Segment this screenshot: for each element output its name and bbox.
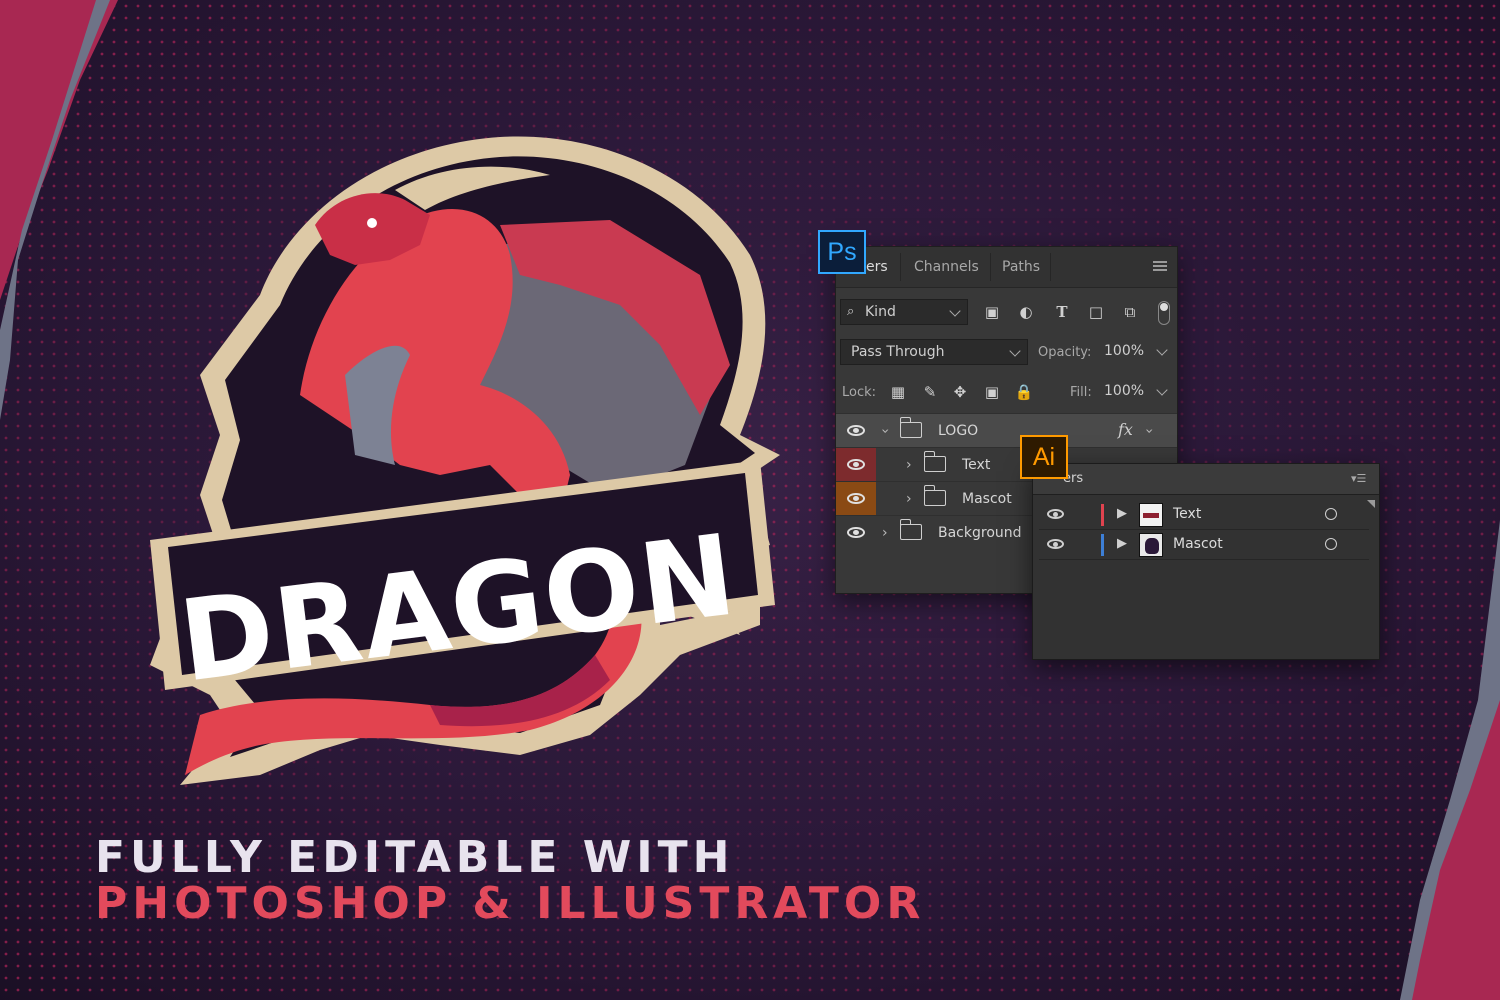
lock-brush-icon[interactable]: ✎ <box>920 382 940 402</box>
filter-toggle-icon[interactable] <box>1158 301 1170 325</box>
eye-icon <box>847 527 865 538</box>
ai-layer-row-text[interactable]: ▶ Text <box>1039 500 1369 530</box>
panel-menu-icon[interactable]: ▾☰ <box>1351 472 1369 485</box>
layer-thumbnail <box>1139 503 1163 527</box>
headline-line-1: FULLY EDITABLE WITH <box>95 832 735 883</box>
chevron-right-icon[interactable]: › <box>906 491 912 507</box>
expand-triangle-icon[interactable]: ▶ <box>1117 536 1127 551</box>
blend-mode-select[interactable]: Pass Through <box>840 339 1028 365</box>
folder-icon <box>900 417 922 438</box>
fill-value: 100% <box>1104 383 1145 399</box>
opacity-input[interactable]: 100% <box>1098 339 1174 365</box>
layer-name: LOGO <box>938 423 979 439</box>
lock-label: Lock: <box>842 385 877 400</box>
eye-icon[interactable] <box>1047 539 1064 549</box>
photoshop-app-icon: Ps <box>818 230 866 274</box>
eye-icon <box>847 493 865 504</box>
filter-kind-label: Kind <box>865 304 896 320</box>
illustrator-app-icon: Ai <box>1020 435 1068 479</box>
folder-icon <box>924 451 946 472</box>
eye-icon <box>847 459 865 470</box>
lock-row: Lock: ▦ ✎ ✥ ▣ 🔒 Fill: 100% <box>836 379 1177 409</box>
headline-line-2: PHOTOSHOP & ILLUSTRATOR <box>95 878 926 929</box>
fill-input[interactable]: 100% <box>1098 379 1174 405</box>
layer-name: Mascot <box>962 491 1012 507</box>
illustrator-layers-panel: ers ▾☰ ▶ Text ▶ Mascot <box>1032 463 1380 660</box>
layer-name: Mascot <box>1173 536 1223 552</box>
layer-color-swatch <box>1101 504 1104 526</box>
visibility-toggle[interactable] <box>836 414 876 447</box>
target-circle-icon[interactable] <box>1325 508 1337 520</box>
lock-artboard-icon[interactable]: ▣ <box>982 382 1002 402</box>
lock-transparent-icon[interactable]: ▦ <box>888 382 908 402</box>
blend-row: Pass Through Opacity: 100% <box>836 339 1177 369</box>
chevron-down-icon[interactable]: › <box>877 428 893 434</box>
filter-shape-icon[interactable]: □ <box>1086 302 1106 322</box>
visibility-toggle[interactable] <box>836 516 876 549</box>
filter-type-icon[interactable]: T <box>1052 302 1072 322</box>
target-circle-icon[interactable] <box>1325 538 1337 550</box>
filter-pixel-icon[interactable]: ▣ <box>982 302 1002 322</box>
panel-menu-icon[interactable] <box>1153 261 1167 271</box>
fill-label: Fill: <box>1070 385 1092 400</box>
ps-tab-bar: ers Channels Paths <box>836 247 1177 288</box>
expand-triangle-icon[interactable]: ▶ <box>1117 506 1127 521</box>
visibility-toggle[interactable] <box>836 482 876 515</box>
layer-name: Text <box>962 457 991 473</box>
chevron-down-icon[interactable]: › <box>1141 428 1157 434</box>
dragon-eye <box>367 218 377 228</box>
blend-mode-value: Pass Through <box>851 344 945 360</box>
eye-icon[interactable] <box>1047 509 1064 519</box>
fx-icon[interactable]: fx <box>1118 420 1133 439</box>
chevron-down-icon <box>1156 384 1168 396</box>
chevron-down-icon <box>1009 345 1021 357</box>
ai-layer-row-mascot[interactable]: ▶ Mascot <box>1039 530 1369 560</box>
lock-all-icon[interactable]: 🔒 <box>1014 382 1034 402</box>
filter-adjustment-icon[interactable]: ◐ <box>1016 302 1036 322</box>
filter-row: ⌕ Kind ▣ ◐ T □ ⧉ <box>836 299 1177 329</box>
layer-name: Text <box>1173 506 1202 522</box>
chevron-down-icon <box>949 305 961 317</box>
layer-name: Background <box>938 525 1022 541</box>
layer-row-logo[interactable]: › LOGO fx › <box>836 413 1177 447</box>
folder-icon <box>924 485 946 506</box>
eye-icon <box>847 425 865 436</box>
chevron-right-icon[interactable]: › <box>906 457 912 473</box>
lock-position-icon[interactable]: ✥ <box>950 382 970 402</box>
opacity-value: 100% <box>1104 343 1145 359</box>
chevron-right-icon[interactable]: › <box>882 525 888 541</box>
dragon-mascot-logo: DRAGON <box>150 136 780 785</box>
ai-panel-header: ers ▾☰ <box>1033 464 1379 495</box>
tab-layers[interactable]: ers <box>866 259 888 275</box>
filter-smart-object-icon[interactable]: ⧉ <box>1120 302 1140 322</box>
tab-channels[interactable]: Channels <box>914 259 979 275</box>
layer-thumbnail <box>1139 533 1163 557</box>
folder-icon <box>900 519 922 540</box>
opacity-label: Opacity: <box>1038 345 1092 360</box>
tab-paths[interactable]: Paths <box>1002 259 1040 275</box>
layer-color-swatch <box>1101 534 1104 556</box>
search-icon: ⌕ <box>847 304 855 319</box>
filter-kind-select[interactable]: ⌕ Kind <box>840 299 968 325</box>
chevron-down-icon <box>1156 344 1168 356</box>
visibility-toggle[interactable] <box>836 448 876 481</box>
